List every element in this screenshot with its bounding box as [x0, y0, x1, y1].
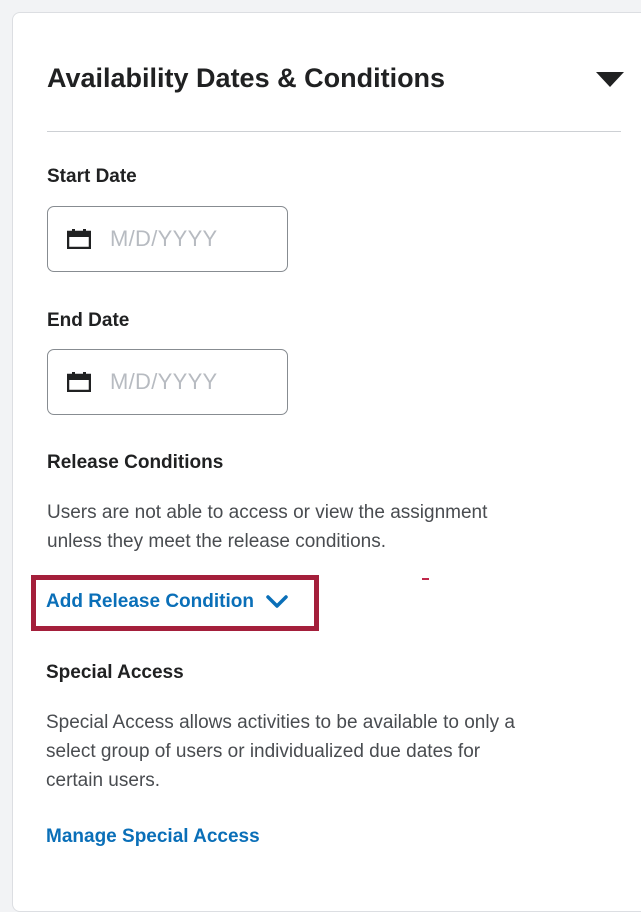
end-date-placeholder: M/D/YYYY	[110, 369, 218, 394]
release-desc-line-2: unless they meet the release conditions.	[47, 531, 387, 552]
add-release-condition-label: Add Release Condition	[46, 591, 254, 612]
start-date-label: Start Date	[47, 166, 137, 187]
calendar-icon	[67, 371, 91, 393]
header-divider	[47, 131, 621, 132]
calendar-icon	[67, 228, 91, 250]
chevron-down-icon	[266, 595, 288, 609]
red-mark	[422, 578, 429, 580]
manage-special-access-link[interactable]: Manage Special Access	[46, 825, 260, 849]
add-release-condition-button[interactable]: Add Release Condition	[46, 591, 288, 613]
special-desc-line-3: certain users.	[46, 770, 161, 791]
caret-down-icon[interactable]	[595, 70, 625, 90]
release-desc-line-1: Users are not able to access or view the…	[47, 502, 488, 523]
special-access-description: Special Access allows activities to be a…	[46, 708, 626, 795]
release-conditions-description: Users are not able to access or view the…	[47, 498, 627, 556]
special-desc-line-2: select group of users or individualized …	[46, 741, 481, 762]
end-date-input[interactable]: M/D/YYYY	[47, 349, 288, 415]
start-date-input[interactable]: M/D/YYYY	[47, 206, 288, 272]
panel-title: Availability Dates & Conditions	[47, 63, 446, 93]
special-access-heading: Special Access	[46, 662, 184, 683]
panel-header[interactable]: Availability Dates & Conditions	[47, 58, 625, 98]
start-date-placeholder: M/D/YYYY	[110, 226, 218, 251]
end-date-label: End Date	[47, 310, 130, 331]
special-desc-line-1: Special Access allows activities to be a…	[46, 712, 515, 733]
release-conditions-heading: Release Conditions	[47, 452, 224, 473]
